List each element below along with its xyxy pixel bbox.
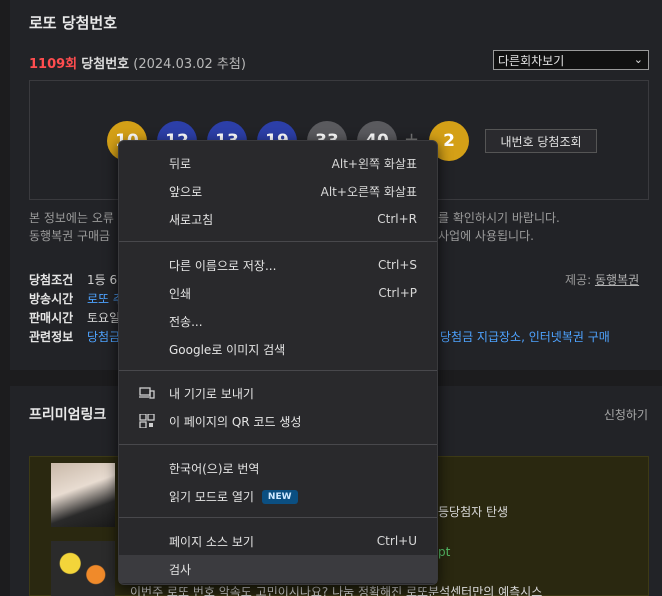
notice-text-right: 를 확인하시기 바랍니다. 사업에 사용됩니다.: [438, 209, 560, 245]
menu-item-google-image-search[interactable]: Google로 이미지 검색: [119, 335, 437, 363]
menu-item-translate[interactable]: 한국어(으)로 번역: [119, 454, 437, 482]
info-value: 1등 6: [87, 273, 118, 287]
menu-item-inspect[interactable]: 검사: [119, 555, 437, 583]
menu-item-label: 읽기 모드로 열기: [169, 489, 254, 504]
notice-right-line-1: 를 확인하시기 바랍니다.: [438, 211, 560, 225]
notice-right-line-2: 사업에 사용됩니다.: [438, 229, 534, 243]
menu-item-qr-code[interactable]: 이 페이지의 QR 코드 생성: [119, 407, 437, 435]
info-value: 토요일: [87, 311, 121, 325]
promo-text: 등당첨자 탄생: [438, 505, 509, 519]
notice-line-2: 동행복권 구매금: [29, 229, 111, 243]
menu-item-label: 페이지 소스 보기: [169, 534, 254, 549]
menu-separator: [119, 517, 437, 518]
premium-title: 프리미엄링크: [29, 407, 107, 423]
chevron-down-icon: ⌄: [633, 53, 643, 66]
other-rounds-select[interactable]: 다른회차보기 ⌄: [493, 50, 649, 70]
menu-item-shortcut: Ctrl+U: [376, 534, 417, 548]
info-label: 판매시간: [29, 311, 74, 325]
info-link[interactable]: 당첨금: [87, 328, 120, 347]
round-line: 1109회 당첨번호 (2024.03.02 추첨): [29, 53, 246, 72]
menu-item-label: 검사: [169, 562, 192, 577]
info-label: 관련정보: [29, 330, 74, 344]
info-row: 당첨조건 1등 6: [29, 271, 124, 290]
qr-code-icon: [139, 414, 155, 428]
info-label: 방송시간: [29, 292, 74, 306]
menu-item-label: Google로 이미지 검색: [169, 342, 286, 357]
menu-item-label: 한국어(으)로 번역: [169, 461, 260, 476]
context-menu: 뒤로 Alt+왼쪽 화살표 앞으로 Alt+오른쪽 화살표 새로고침 Ctrl+R 다…: [118, 140, 438, 585]
draw-info: 당첨조건 1등 6 방송시간 로또 추 판매시간 토요일 관련정보 당첨금: [29, 271, 124, 347]
info-row: 판매시간 토요일: [29, 309, 124, 328]
provider: 제공: 동행복권: [565, 271, 639, 288]
promo-text: pt: [438, 545, 451, 559]
menu-item-reload[interactable]: 새로고침 Ctrl+R: [119, 205, 437, 233]
info-label: 당첨조건: [29, 273, 74, 287]
notice-line-1: 본 정보에는 오류: [29, 211, 114, 225]
menu-item-forward[interactable]: 앞으로 Alt+오른쪽 화살표: [119, 177, 437, 205]
related-links[interactable]: 당첨금 지급장소, 인터넷복권 구매: [440, 328, 610, 345]
menu-item-label: 인쇄: [169, 286, 192, 301]
menu-item-shortcut: Ctrl+P: [378, 286, 417, 300]
draw-date: (2024.03.02 추첨): [133, 57, 246, 72]
new-badge: NEW: [261, 490, 298, 504]
round-label: 당첨번호: [81, 57, 130, 72]
round-number: 1109회: [29, 57, 78, 72]
info-row: 방송시간 로또 추: [29, 290, 124, 309]
menu-item-back[interactable]: 뒤로 Alt+왼쪽 화살표: [119, 149, 437, 177]
menu-item-label-wrap: 읽기 모드로 열기 NEW: [169, 488, 298, 505]
menu-item-label: 다른 이름으로 저장...: [169, 258, 277, 273]
menu-separator: [119, 444, 437, 445]
apply-link[interactable]: 신청하기: [604, 406, 648, 423]
menu-item-reading-mode[interactable]: 읽기 모드로 열기 NEW: [119, 482, 437, 510]
my-number-check-button[interactable]: 내번호 당첨조회: [485, 129, 597, 153]
menu-item-label: 앞으로: [169, 184, 203, 199]
menu-item-shortcut: Ctrl+S: [377, 258, 417, 272]
menu-item-label: 전송...: [169, 314, 203, 329]
provider-label: 제공:: [565, 273, 592, 287]
info-row: 관련정보 당첨금: [29, 328, 124, 347]
provider-link[interactable]: 동행복권: [595, 273, 639, 287]
menu-item-label: 뒤로: [169, 156, 192, 171]
menu-item-send-to-devices[interactable]: 내 기기로 보내기: [119, 379, 437, 407]
menu-item-print[interactable]: 인쇄 Ctrl+P: [119, 279, 437, 307]
other-rounds-label: 다른회차보기: [498, 54, 565, 68]
notice-text: 본 정보에는 오류 동행복권 구매금: [29, 209, 114, 245]
menu-item-view-source[interactable]: 페이지 소스 보기 Ctrl+U: [119, 527, 437, 555]
devices-icon: [139, 387, 155, 399]
menu-item-label: 새로고침: [169, 212, 214, 227]
promo-thumbnail: [51, 541, 115, 596]
menu-separator: [119, 241, 437, 242]
menu-item-label: 내 기기로 보내기: [169, 386, 254, 401]
menu-item-cast[interactable]: 전송...: [119, 307, 437, 335]
menu-item-shortcut: Alt+오른쪽 화살표: [320, 184, 417, 199]
section-title: 로또 당첨번호: [29, 14, 118, 32]
promo-thumbnail: [51, 463, 115, 527]
menu-item-shortcut: Alt+왼쪽 화살표: [331, 156, 417, 171]
menu-separator: [119, 370, 437, 371]
menu-item-label: 이 페이지의 QR 코드 생성: [169, 414, 302, 429]
menu-item-save-as[interactable]: 다른 이름으로 저장... Ctrl+S: [119, 251, 437, 279]
menu-item-shortcut: Ctrl+R: [377, 212, 417, 226]
